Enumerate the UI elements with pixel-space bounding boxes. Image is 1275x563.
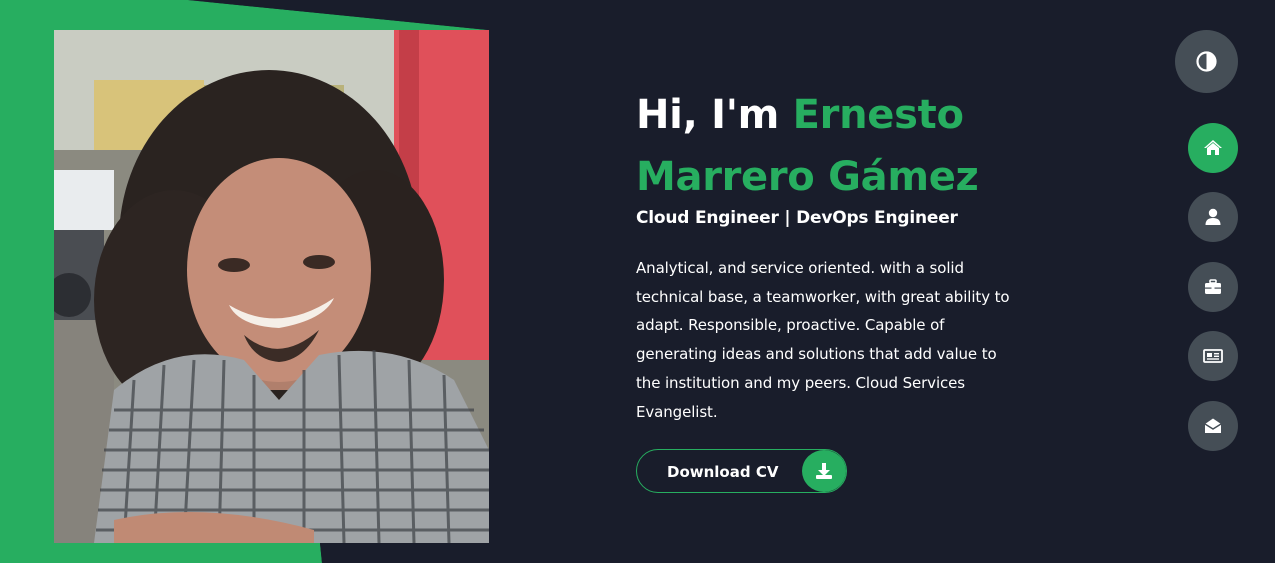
newspaper-icon [1203, 349, 1223, 363]
user-icon [1205, 208, 1221, 225]
download-cv-label: Download CV [667, 463, 779, 481]
theme-toggle-button[interactable] [1175, 30, 1238, 93]
nav-blogs-button[interactable] [1188, 331, 1238, 381]
home-icon [1204, 140, 1222, 155]
nav-portfolio-button[interactable] [1188, 262, 1238, 312]
nav-contact-button[interactable] [1188, 401, 1238, 451]
download-icon [802, 450, 846, 492]
profile-photo [54, 30, 489, 543]
nav-about-button[interactable] [1188, 192, 1238, 242]
envelope-open-icon [1204, 418, 1222, 433]
job-title: Cloud Engineer | DevOps Engineer [636, 208, 958, 228]
intro-section: Hi, I'm Ernesto Marrero Gámez Cloud Engi… [636, 84, 1036, 426]
bio-description: Analytical, and service oriented. with a… [636, 259, 1010, 421]
page-title: Hi, I'm Ernesto Marrero Gámez [636, 84, 1036, 208]
title-greeting: Hi, I'm [636, 92, 793, 138]
download-cv-button[interactable]: Download CV [636, 449, 847, 493]
nav-home-button[interactable] [1188, 123, 1238, 173]
contrast-icon [1196, 51, 1217, 72]
briefcase-icon [1205, 279, 1221, 294]
